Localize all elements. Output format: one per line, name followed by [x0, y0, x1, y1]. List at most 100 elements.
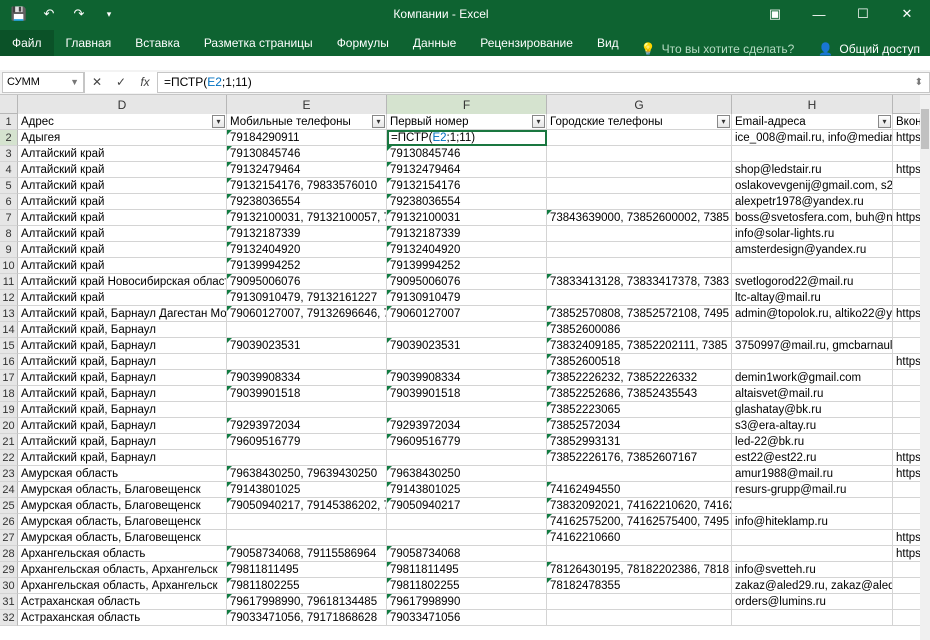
cell[interactable]: 3750997@mail.ru, gmcbarnaul@gmail.c: [732, 338, 893, 354]
cell[interactable]: [732, 546, 893, 562]
cell[interactable]: 79139994252: [387, 258, 547, 274]
cell[interactable]: Алтайский край, Барнаул: [18, 418, 227, 434]
row-header[interactable]: 13: [0, 306, 18, 322]
cell[interactable]: [732, 146, 893, 162]
column-header-D[interactable]: D: [18, 95, 227, 114]
cell[interactable]: 79293972034: [227, 418, 387, 434]
cell[interactable]: 79132154176: [387, 178, 547, 194]
column-header-E[interactable]: E: [227, 95, 387, 114]
cell[interactable]: [547, 258, 732, 274]
row-header[interactable]: 27: [0, 530, 18, 546]
row-header[interactable]: 22: [0, 450, 18, 466]
cell[interactable]: [227, 514, 387, 530]
row-header[interactable]: 23: [0, 466, 18, 482]
cell[interactable]: 73852600518: [547, 354, 732, 370]
cell[interactable]: [227, 402, 387, 418]
cell[interactable]: [732, 354, 893, 370]
cell[interactable]: 79033471056, 79171868628: [227, 610, 387, 626]
cell[interactable]: [227, 354, 387, 370]
cell[interactable]: s3@era-altay.ru: [732, 418, 893, 434]
cell[interactable]: 79033471056: [387, 610, 547, 626]
row-header[interactable]: 7: [0, 210, 18, 226]
cell[interactable]: 73852226176, 73852607167: [547, 450, 732, 466]
cell[interactable]: 79130845746: [387, 146, 547, 162]
cell[interactable]: Амурская область: [18, 466, 227, 482]
cell[interactable]: orders@lumins.ru: [732, 594, 893, 610]
filter-dropdown-icon[interactable]: ▾: [372, 115, 385, 128]
cell[interactable]: led-22@bk.ru: [732, 434, 893, 450]
cell[interactable]: admin@topolok.ru, altiko22@y: [732, 306, 893, 322]
cell[interactable]: 79050940217, 79145386202, 79140: [227, 498, 387, 514]
cell[interactable]: Адыгея: [18, 130, 227, 146]
cell[interactable]: ltc-altay@mail.ru: [732, 290, 893, 306]
cell[interactable]: 79811811495: [387, 562, 547, 578]
cell[interactable]: 79132479464: [227, 162, 387, 178]
cell[interactable]: Алтайский край: [18, 146, 227, 162]
accept-formula-icon[interactable]: ✓: [109, 75, 133, 89]
cell[interactable]: 79132154176, 79833576010: [227, 178, 387, 194]
cell[interactable]: [387, 354, 547, 370]
cell[interactable]: Амурская область, Благовещенск: [18, 530, 227, 546]
filter-dropdown-icon[interactable]: ▾: [532, 115, 545, 128]
cell[interactable]: Амурская область, Благовещенск: [18, 498, 227, 514]
cell[interactable]: [227, 530, 387, 546]
cell[interactable]: Алтайский край, Барнаул: [18, 370, 227, 386]
cell[interactable]: Алтайский край, Барнаул: [18, 434, 227, 450]
cell[interactable]: 79139994252: [227, 258, 387, 274]
cell[interactable]: 79132100031: [387, 210, 547, 226]
cell[interactable]: 73832092021, 74162210620, 74162386202, 7…: [547, 498, 732, 514]
cell[interactable]: [387, 322, 547, 338]
cell[interactable]: Алтайский край: [18, 194, 227, 210]
cell[interactable]: 73832409185, 73852202111, 7385: [547, 338, 732, 354]
cell[interactable]: [387, 530, 547, 546]
table-header-cell[interactable]: Городские телефоны▾: [547, 114, 732, 130]
row-header[interactable]: 5: [0, 178, 18, 194]
tab-view[interactable]: Вид: [585, 30, 631, 56]
cell[interactable]: 79617998990: [387, 594, 547, 610]
cell[interactable]: 79132187339: [227, 226, 387, 242]
row-header[interactable]: 8: [0, 226, 18, 242]
tab-data[interactable]: Данные: [401, 30, 468, 56]
cell[interactable]: 79811811495: [227, 562, 387, 578]
cell[interactable]: =ПСТР(E2;1;11): [387, 130, 547, 146]
cell[interactable]: 79132187339: [387, 226, 547, 242]
row-header[interactable]: 29: [0, 562, 18, 578]
cell[interactable]: 73852252686, 73852435543: [547, 386, 732, 402]
tab-file[interactable]: Файл: [0, 30, 54, 56]
cell[interactable]: 73852600086: [547, 322, 732, 338]
row-header[interactable]: 19: [0, 402, 18, 418]
cell[interactable]: 79132479464: [387, 162, 547, 178]
cell[interactable]: Алтайский край, Барнаул: [18, 354, 227, 370]
cell[interactable]: 79143801025: [227, 482, 387, 498]
cell[interactable]: 79039023531: [227, 338, 387, 354]
cell[interactable]: 78182478355: [547, 578, 732, 594]
row-header[interactable]: 11: [0, 274, 18, 290]
cell[interactable]: 73843639000, 73852600002, 7385: [547, 210, 732, 226]
cell[interactable]: 79609516779: [227, 434, 387, 450]
undo-icon[interactable]: ↶: [36, 2, 62, 26]
cell[interactable]: 74162575200, 74162575400, 7495: [547, 514, 732, 530]
cell[interactable]: 79238036554: [227, 194, 387, 210]
cell[interactable]: Астраханская область: [18, 610, 227, 626]
cell[interactable]: Алтайский край: [18, 226, 227, 242]
minimize-icon[interactable]: —: [798, 1, 840, 27]
row-header[interactable]: 9: [0, 242, 18, 258]
qat-customize-icon[interactable]: ▾: [96, 2, 122, 26]
cell[interactable]: Архангельская область: [18, 546, 227, 562]
cell[interactable]: Алтайский край: [18, 242, 227, 258]
row-header[interactable]: 15: [0, 338, 18, 354]
cell[interactable]: glashatay@bk.ru: [732, 402, 893, 418]
row-header[interactable]: 25: [0, 498, 18, 514]
cell[interactable]: 73852223065: [547, 402, 732, 418]
row-header[interactable]: 17: [0, 370, 18, 386]
cell[interactable]: [547, 610, 732, 626]
cell[interactable]: [387, 402, 547, 418]
row-header[interactable]: 6: [0, 194, 18, 210]
row-header[interactable]: 31: [0, 594, 18, 610]
cell[interactable]: [547, 546, 732, 562]
cell[interactable]: 79143801025: [387, 482, 547, 498]
share-button[interactable]: 👤 Общий доступ: [808, 42, 930, 56]
table-header-cell[interactable]: Мобильные телефоны▾: [227, 114, 387, 130]
cell[interactable]: [387, 450, 547, 466]
cell[interactable]: 79058734068, 79115586964: [227, 546, 387, 562]
